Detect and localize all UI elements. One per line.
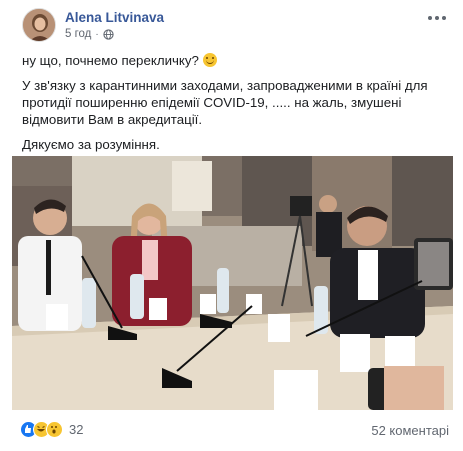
post-footer: 32 52 коментарі bbox=[0, 412, 463, 451]
reactions-count: 32 bbox=[69, 422, 84, 437]
post-photo[interactable] bbox=[12, 156, 453, 410]
post-line-1-text: ну що, почнемо перекличку? bbox=[22, 53, 199, 68]
post-header: Alena Litvinava 5 год · bbox=[0, 0, 463, 46]
post-line-2: У зв'язку з карантинними заходами, запро… bbox=[22, 78, 428, 127]
more-options-button[interactable] bbox=[425, 8, 449, 24]
post-meta: 5 год · bbox=[65, 28, 114, 40]
reactions-summary[interactable]: 32 bbox=[20, 421, 83, 438]
more-horizontal-icon bbox=[428, 16, 446, 20]
post-line-1: ну що, почнемо перекличку? bbox=[22, 52, 452, 69]
globe-icon bbox=[103, 28, 114, 40]
post-time[interactable]: 5 год bbox=[65, 28, 91, 40]
author-name[interactable]: Alena Litvinava bbox=[65, 10, 164, 25]
wow-icon bbox=[46, 421, 63, 438]
comments-count-link[interactable]: 52 коментарі bbox=[371, 423, 449, 438]
meeting-photo bbox=[12, 156, 453, 410]
smile-emoji-icon bbox=[202, 53, 217, 67]
author-avatar[interactable] bbox=[22, 8, 56, 42]
meta-separator: · bbox=[95, 28, 99, 40]
post-text: ну що, почнемо перекличку? У зв'язку з к… bbox=[22, 52, 452, 161]
post-line-3: Дякуємо за розуміння. bbox=[22, 137, 160, 152]
facebook-post-card: Alena Litvinava 5 год · ну що, почнемо п… bbox=[0, 0, 463, 451]
avatar-image bbox=[23, 9, 55, 41]
